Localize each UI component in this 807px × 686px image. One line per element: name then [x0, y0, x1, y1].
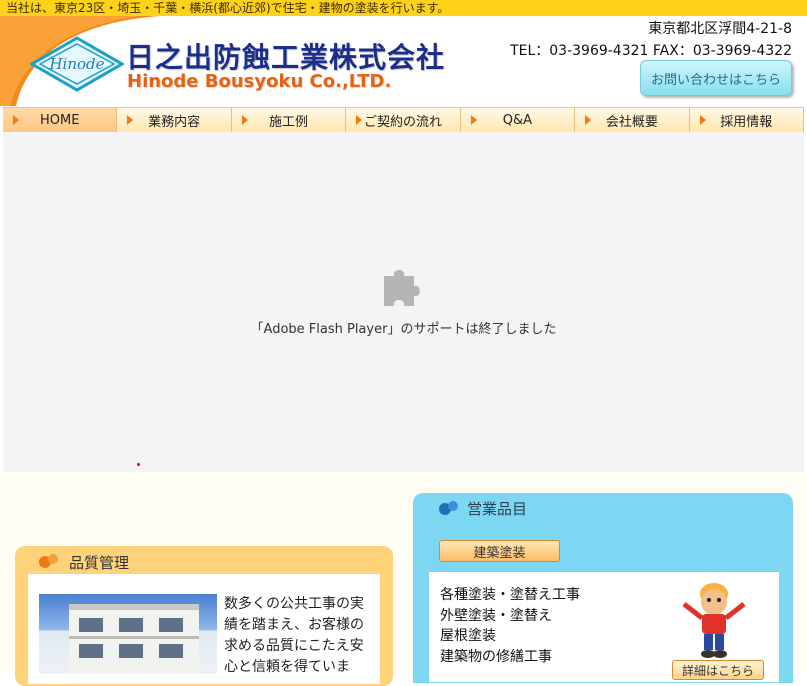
nav-company[interactable]: 会社概要	[575, 108, 690, 132]
nav-label: 業務内容	[148, 114, 201, 130]
company-address: 東京都北区浮間4-21-8	[648, 21, 792, 37]
quality-description: 数多くの公共工事の実績を踏まえ、お客様の求める品質にこたえ安心と信頼を得ていま	[224, 596, 364, 675]
company-name-ja: 日之出防蝕工業株式会社	[126, 41, 446, 74]
arrow-right-icon	[470, 115, 477, 125]
arrow-right-icon	[356, 115, 363, 125]
cloud-bullet-icon	[439, 501, 458, 515]
company-phone: TEL：03-3969-4321 FAX：03-3969-4322	[510, 43, 792, 59]
nav-works[interactable]: 施工例	[232, 108, 347, 132]
nav-label: 施工例	[269, 114, 309, 130]
company-logo[interactable]: Hinode	[30, 36, 124, 92]
arrow-right-icon	[585, 115, 592, 125]
nav-recruit[interactable]: 採用情報	[690, 108, 804, 132]
nav-home[interactable]: HOME	[3, 108, 118, 132]
architectural-painting-button[interactable]: 建築塗装	[439, 540, 560, 562]
main-nav: HOME 業務内容 施工例 ご契約の流れ Q&A 会社概要 採用情報	[3, 107, 804, 133]
plugin-puzzle-icon	[384, 270, 420, 306]
list-item: 建築物の修繕工事	[440, 648, 552, 665]
top-banner: 当社は、東京23区・埼玉・千葉・横浜(都心近郊)で住宅・建物の塗装を行います。	[0, 0, 807, 16]
nav-contract-flow[interactable]: ご契約の流れ	[346, 108, 461, 132]
nav-label: 会社概要	[605, 114, 658, 130]
products-list: 各種塗装・塗替え工事 外壁塗装・塗替え 屋根塗装 建築物の修繕工事	[440, 585, 580, 667]
quality-title: 品質管理	[69, 554, 130, 572]
arrow-right-icon	[13, 115, 19, 125]
logo-text: Hinode	[48, 55, 104, 73]
list-item: 各種塗装・塗替え工事	[440, 587, 580, 603]
nav-label: 採用情報	[720, 114, 773, 130]
cloud-bullet-icon	[39, 554, 58, 568]
red-dot	[137, 463, 140, 466]
nav-label: Q&A	[502, 112, 533, 128]
arrow-right-icon	[699, 115, 706, 125]
arrow-right-icon	[127, 115, 134, 125]
top-banner-text: 当社は、東京23区・埼玉・千葉・横浜(都心近郊)で住宅・建物の塗装を行います。	[6, 1, 450, 15]
nav-label: ご契約の流れ	[363, 114, 442, 130]
flash-unsupported-message: 「Adobe Flash Player」のサポートは終了しました	[250, 322, 557, 337]
arrow-right-icon	[241, 115, 248, 125]
list-item: 屋根塗装	[440, 628, 496, 644]
list-item: 外壁塗装・塗替え	[440, 607, 552, 624]
nav-label: HOME	[39, 112, 80, 128]
nav-services[interactable]: 業務内容	[117, 108, 232, 132]
nav-qa[interactable]: Q&A	[461, 108, 576, 132]
mascot-character	[682, 583, 746, 658]
building-photo	[39, 594, 217, 674]
products-title: 営業品目	[467, 500, 528, 518]
details-button[interactable]: 詳細はこちら	[672, 660, 764, 680]
company-name-en: Hinode Bousyoku Co.,LTD.	[127, 71, 392, 92]
contact-button[interactable]: お問い合わせはこちら	[640, 60, 792, 96]
